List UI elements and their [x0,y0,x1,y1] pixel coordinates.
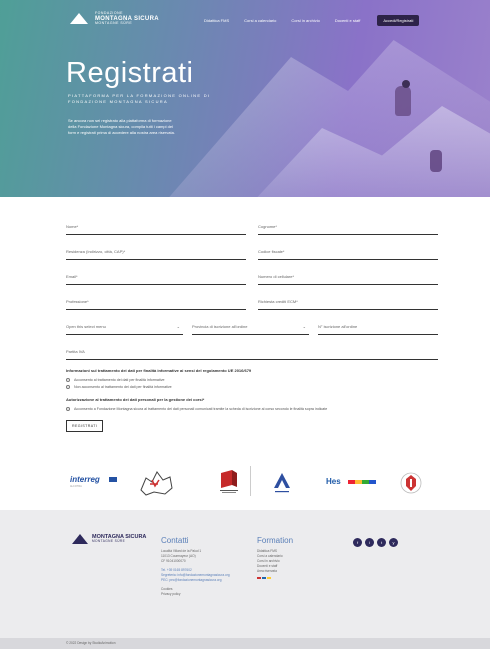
interreg-subtitle: ALCOTRA [70,485,82,488]
privacy-consent-no-label: Non acconsento al trattamento dei dati p… [74,385,172,389]
iscrizione-ordine-input[interactable]: N° iscrizione all'ordine [318,322,438,335]
cognome-input[interactable]: Cognome* [258,222,438,235]
regione-logo [220,470,238,493]
climber-figure-second [430,150,442,172]
nav-docenti[interactable]: Docenti e staff [335,18,361,23]
climber-figure [395,86,411,116]
mountain-logo-icon [68,12,90,25]
page-title: Registrati [66,57,194,89]
crediti-ecm-input[interactable]: Richiesta crediti ECM* [258,297,438,310]
radio-icon[interactable] [66,407,70,411]
hero-subtitle-line2: Fondazione Montagna sicura [68,98,168,104]
contacts-heading: Contatti [161,536,189,545]
social-links: f i t y [353,538,398,547]
footer-formation: Formation Didattica FMS Corsi a calendar… [257,536,294,580]
codice-fiscale-input[interactable]: Codice fiscale* [258,247,438,260]
authorization-section-title: Autorizzazione al trattamento dei dati p… [66,397,205,402]
email-input[interactable]: Email* [66,272,246,285]
montagna-sicura-partner-logo [274,473,290,493]
flag-icon[interactable] [257,576,261,580]
email-link[interactable]: Segreteria: info@fondazionemontagnasicur… [161,573,230,577]
instagram-icon[interactable]: i [365,538,374,547]
language-flags [257,576,293,580]
footer-logo-subtitle: MONTAGNE SÛRE [92,539,126,544]
flag-icon[interactable] [267,576,271,580]
hero-banner: FONDAZIONE MONTAGNA SICURA MONTAGNE SÛRE… [0,0,490,197]
residenza-input[interactable]: Residenza (Indirizzo, città, CAP)* [66,247,246,260]
radio-icon[interactable] [66,378,70,382]
professione-input[interactable]: Professione* [66,297,246,310]
copyright-bar: © 2022 Design by StudioAnimotion [0,638,490,649]
nav-didattica[interactable]: Didattica FMS [204,18,229,23]
hero-subtitle: Piattaforma per la formazione online di … [68,93,210,104]
privacy-link[interactable]: Privacy policy [161,592,230,597]
privacy-consent-yes[interactable]: Acconsento al trattamento dei dati per f… [66,378,438,382]
hero-description: Se ancora non sei registrato alla piatta… [68,118,175,136]
contacts-pec: PEC: pec@fondazionemontagnasicura.org [161,578,230,583]
provincia-select[interactable]: Provincia di iscrizione all'ordine ⌄ [192,322,309,335]
nav-corsi-calendario[interactable]: Corsi a calendario [244,18,276,23]
pec-link[interactable]: PEC: pec@fondazionemontagnasicura.org [161,578,221,582]
partner-logos: interreg ALCOTRA Hes [0,460,490,508]
contacts-cf: CF 91041000070 [161,558,186,563]
chevron-down-icon: ⌄ [176,324,180,329]
partita-iva-input[interactable]: Partita IVA [66,347,438,360]
eu-flag-icon [109,477,117,482]
copyright-text: © 2022 Design by StudioAnimotion [66,641,116,645]
generic-select[interactable]: Open this select menu ⌄ [66,322,183,335]
login-register-button[interactable]: Accedi/Registrati [377,15,420,26]
climber-head [402,80,410,88]
footer-contacts: Contatti Località Villard de la Palud 1 … [161,536,230,597]
mountain-logo-icon [72,534,88,544]
register-button[interactable]: REGISTRATI [66,420,104,432]
hero-subtitle-line1: Piattaforma per la formazione online di [68,93,211,98]
telefono-input[interactable]: Numero di cellulare* [258,272,438,285]
registration-form: Nome* Cognome* Residenza (Indirizzo, cit… [66,222,438,432]
chevron-down-icon: ⌄ [302,324,306,329]
alps-map-logo [140,471,173,496]
generic-select-label: Open this select menu [66,324,106,329]
site-logo[interactable]: FONDAZIONE MONTAGNA SICURA MONTAGNE SÛRE [68,11,159,25]
partner-divider [250,466,251,496]
privacy-section-title: Informazioni sul trattamento dei dati pe… [66,368,252,373]
medical-shield-logo [400,472,422,494]
privacy-consent-no[interactable]: Non acconsento al trattamento dei dati p… [66,385,438,389]
formation-heading: Formation [257,536,294,545]
footer-link-area-riservata[interactable]: Area riservata [257,569,293,574]
interreg-logo: interreg [70,475,100,484]
authorization-consent[interactable]: Acconsento a Fondazione Montagna sicura … [66,407,438,411]
site-footer: MONTAGNA SICURA MONTAGNE SÛRE Contatti L… [0,510,490,638]
phone-link[interactable]: Tel. +39 0165 897602 [161,568,192,572]
hes-color-bar [348,480,376,484]
authorization-consent-label: Acconsento a Fondazione Montagna sicura … [74,407,328,411]
twitter-icon[interactable]: t [377,538,386,547]
footer-logo[interactable]: MONTAGNA SICURA MONTAGNE SÛRE [72,534,146,544]
flag-icon[interactable] [262,576,266,580]
hes-logo: Hes [326,477,341,486]
nome-input[interactable]: Nome* [66,222,246,235]
logo-line3: MONTAGNE SÛRE [95,20,133,25]
privacy-consent-yes-label: Acconsento al trattamento dei dati per f… [74,378,165,382]
provincia-select-label: Provincia di iscrizione all'ordine [192,324,248,329]
youtube-icon[interactable]: y [389,538,398,547]
facebook-icon[interactable]: f [353,538,362,547]
radio-icon[interactable] [66,385,70,389]
nav-corsi-archivio[interactable]: Corsi in archivio [291,18,319,23]
main-nav: Didattica FMS Corsi a calendario Corsi i… [204,15,420,26]
